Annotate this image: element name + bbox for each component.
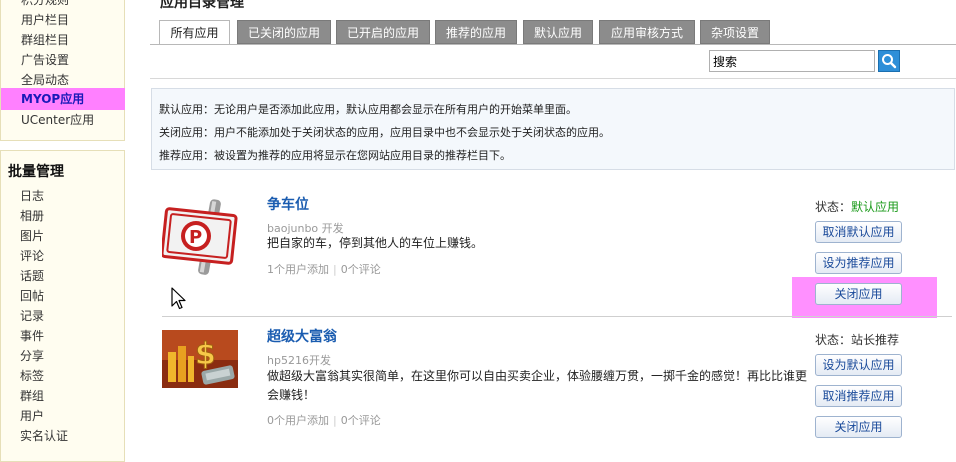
app-status: 状态：默认应用 [815, 198, 899, 215]
page-title: 应用目录管理 [160, 0, 244, 11]
notice-default-apps: 默认应用：无论用户是否添加此应用，默认应用都会显示在所有用户的开始菜单里面。 [159, 103, 577, 116]
tab-recommended-apps[interactable]: 推荐的应用 [435, 20, 517, 44]
app-comments-count[interactable]: 0个评论 [341, 263, 381, 276]
sidebar-item-records[interactable]: 记录 [0, 306, 124, 326]
tab-misc-settings[interactable]: 杂项设置 [700, 20, 770, 44]
set-default-button[interactable]: 设为默认应用 [815, 354, 902, 376]
svg-text:P: P [189, 227, 202, 248]
app-name[interactable]: 超级大富翁 [267, 326, 337, 346]
sidebar-item-realname-auth[interactable]: 实名认证 [0, 426, 124, 446]
main-content: 应用目录管理 所有应用 已关闭的应用 已开启的应用 推荐的应用 默认应用 应用审… [150, 0, 956, 448]
sidebar-item-ucenter-apps[interactable]: UCenter应用 [1, 110, 125, 130]
notice-recommended-apps: 推荐应用：被设置为推荐的应用将显示在您网站应用目录的推荐栏目下。 [159, 149, 511, 162]
status-value: 默认应用 [851, 200, 900, 214]
app-author: hp5216开发 [267, 354, 331, 367]
sidebar-item-myop-apps[interactable]: MYOP应用 [1, 88, 125, 110]
tab-closed-apps[interactable]: 已关闭的应用 [237, 20, 331, 44]
sidebar-item-pictures[interactable]: 图片 [0, 226, 124, 246]
divider [150, 78, 956, 79]
sidebar-item-topics[interactable]: 话题 [0, 266, 124, 286]
app-divider [162, 316, 952, 317]
search-icon [882, 54, 897, 69]
sidebar-item-users[interactable]: 用户 [0, 406, 124, 426]
app-name[interactable]: 争车位 [267, 194, 309, 214]
tab-all-apps[interactable]: 所有应用 [159, 20, 230, 45]
close-app-button[interactable]: 关闭应用 [815, 283, 902, 305]
tab-opened-apps[interactable]: 已开启的应用 [336, 20, 430, 44]
sidebar-item-blogs[interactable]: 日志 [0, 186, 124, 206]
mouse-cursor-icon [171, 287, 186, 310]
sidebar-item-comments[interactable]: 评论 [0, 246, 124, 266]
sidebar-item-events[interactable]: 事件 [0, 326, 124, 346]
sidebar-item-shares[interactable]: 分享 [0, 346, 124, 366]
sidebar: 积分规则 用户栏目 群组栏目 广告设置 全局动态 MYOP应用 UCenter应… [0, 0, 125, 462]
app-comments-count[interactable]: 0个评论 [341, 414, 381, 427]
app-icon-parking: P [160, 197, 240, 280]
sidebar-item-albums[interactable]: 相册 [0, 206, 124, 226]
svg-text:$: $ [195, 337, 216, 372]
app-meta: 1个用户添加 | 0个评论 [267, 261, 381, 277]
sidebar-item-credit-rules[interactable]: 积分规则 [1, 0, 125, 10]
cancel-default-button[interactable]: 取消默认应用 [815, 221, 902, 243]
notice-closed-apps: 关闭应用：用户不能添加处于关闭状态的应用，应用目录中也不会显示处于关闭状态的应用… [159, 126, 610, 139]
tab-review-method[interactable]: 应用审核方式 [599, 20, 695, 44]
cancel-recommend-button[interactable]: 取消推荐应用 [815, 385, 902, 407]
app-users-count[interactable]: 1个用户添加 [267, 263, 329, 276]
sidebar-item-groups[interactable]: 群组 [0, 386, 124, 406]
sidebar-item-replies[interactable]: 回帖 [0, 286, 124, 306]
status-value: 站长推荐 [851, 333, 900, 347]
sidebar-item-tags[interactable]: 标签 [0, 366, 124, 386]
app-meta: 0个用户添加 | 0个评论 [267, 412, 381, 428]
sidebar-item-global-feed[interactable]: 全局动态 [1, 70, 125, 90]
sidebar-item-user-columns[interactable]: 用户栏目 [1, 10, 125, 30]
set-recommend-button[interactable]: 设为推荐应用 [815, 252, 902, 274]
app-description: 做超级大富翁其实很简单，在这里你可以自由买卖企业，体验腰缠万贯，一掷千金的感觉！… [267, 369, 808, 402]
sidebar-panel-settings: 积分规则 用户栏目 群组栏目 广告设置 全局动态 MYOP应用 UCenter应… [0, 0, 125, 141]
app-status: 状态：站长推荐 [815, 331, 899, 348]
meta-separator: | [333, 414, 337, 427]
status-label: 状态： [815, 200, 852, 214]
meta-separator: | [333, 263, 337, 276]
app-icon-monopoly: $ [162, 330, 238, 391]
app-description: 把自家的车，停到其他人的车位上赚钱。 [267, 236, 484, 250]
notice-box: 默认应用：无论用户是否添加此应用，默认应用都会显示在所有用户的开始菜单里面。 关… [151, 88, 955, 170]
close-app-button[interactable]: 关闭应用 [815, 416, 902, 438]
tab-underline [150, 44, 956, 45]
sidebar-item-group-columns[interactable]: 群组栏目 [1, 30, 125, 50]
search-input[interactable] [709, 50, 875, 72]
sidebar-section-heading: 批量管理 [8, 164, 64, 180]
sidebar-item-ad-settings[interactable]: 广告设置 [1, 50, 125, 70]
tab-default-apps[interactable]: 默认应用 [523, 20, 593, 44]
status-label: 状态： [815, 333, 852, 347]
search-button[interactable] [878, 50, 900, 72]
app-users-count[interactable]: 0个用户添加 [267, 414, 329, 427]
